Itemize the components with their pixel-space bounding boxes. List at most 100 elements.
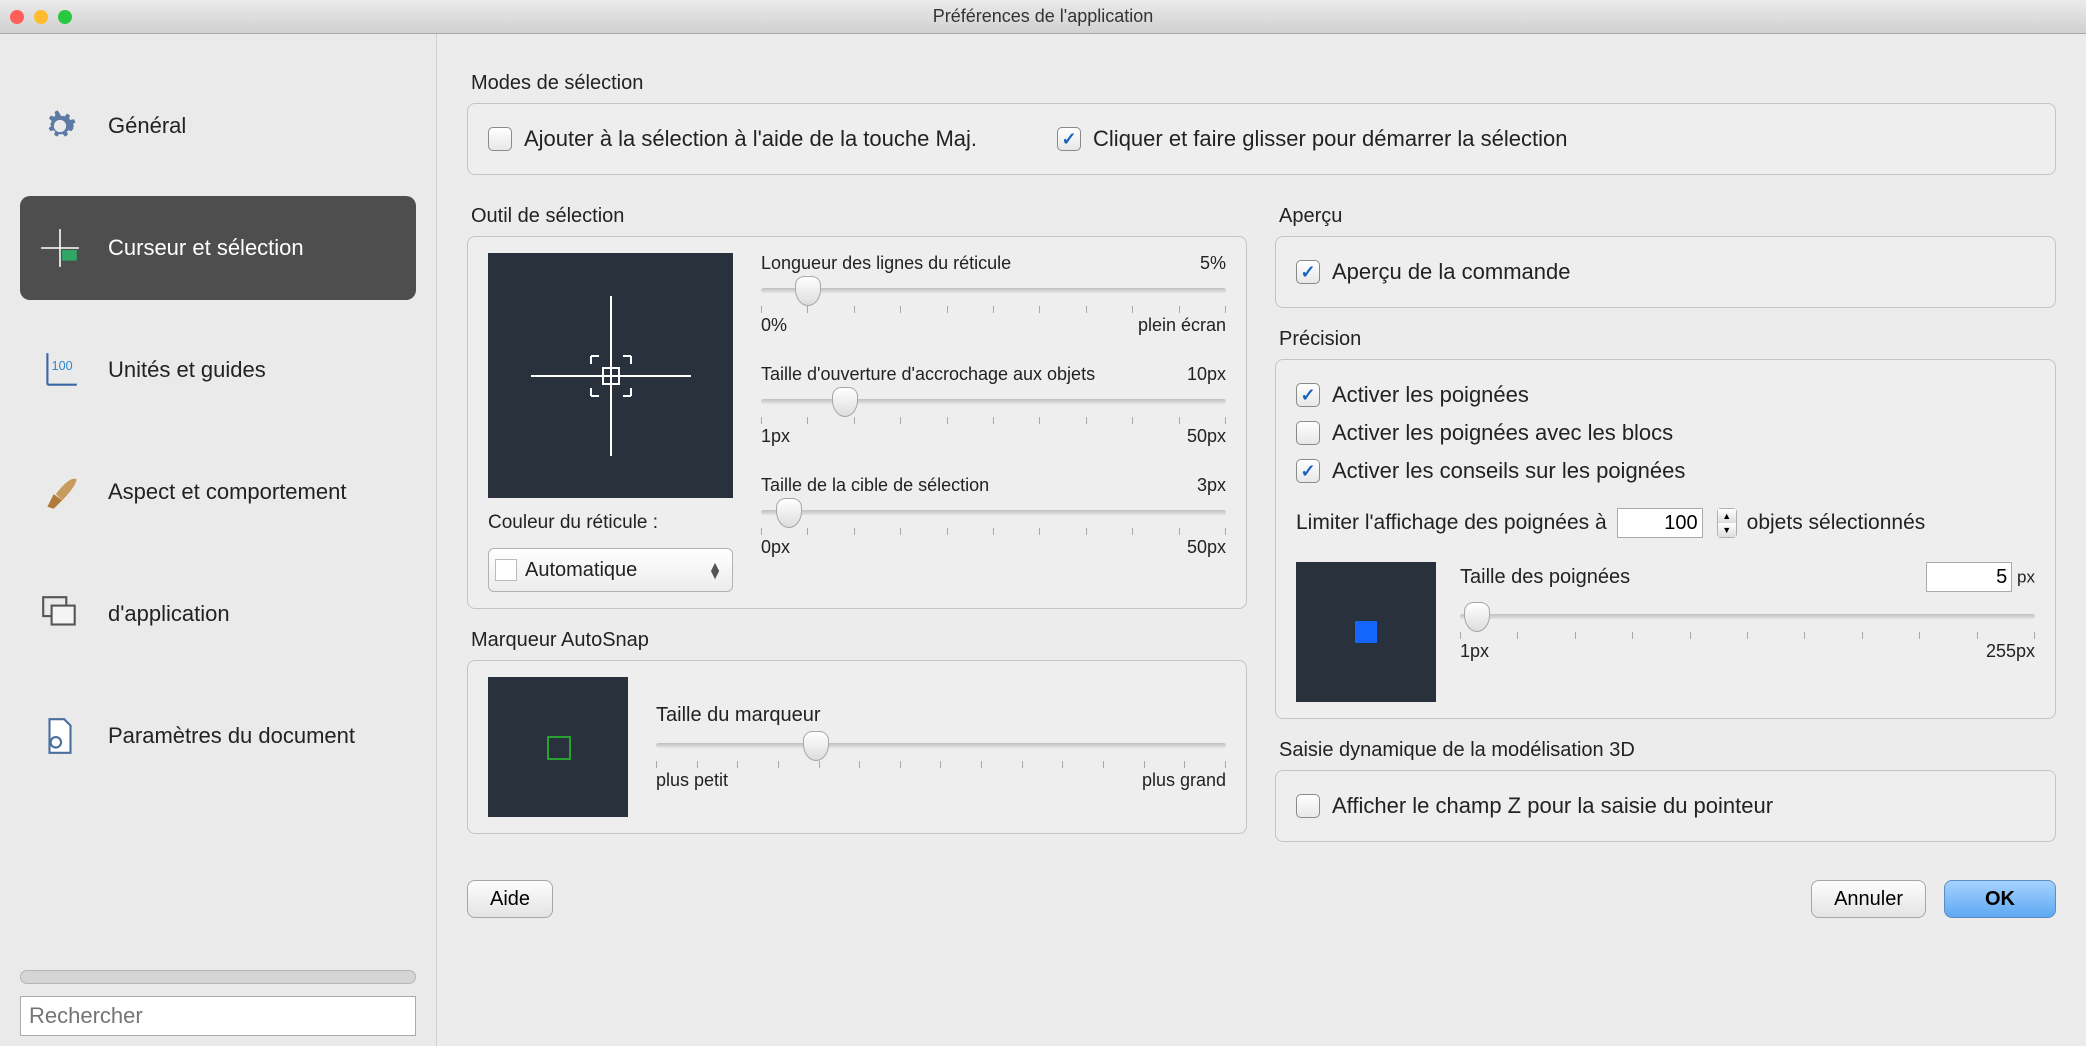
select-value: Automatique (525, 559, 708, 582)
checkbox-icon (488, 127, 512, 151)
search-input[interactable] (20, 996, 416, 1036)
slider-reticle-length[interactable]: Longueur des lignes du réticule 5% 0% pl… (761, 253, 1226, 336)
slider-min: 1px (1460, 641, 1489, 662)
sidebar-item-general[interactable]: Général (20, 74, 416, 178)
axes-icon: 100 (36, 346, 84, 394)
checkbox-enable-grips[interactable]: Activer les poignées (1296, 376, 2035, 414)
checkbox-add-shift[interactable]: Ajouter à la sélection à l'aide de la to… (488, 120, 977, 158)
section-title-precision: Précision (1279, 328, 2056, 351)
zoom-window-button[interactable] (58, 10, 72, 24)
slider-target-size[interactable]: Taille de la cible de sélection 3px 0px … (761, 475, 1226, 558)
slider-max: 50px (1187, 537, 1226, 558)
windows-icon (36, 590, 84, 638)
panel-autosnap: Taille du marqueur plus petit plus grand (467, 660, 1247, 834)
slider-label: Longueur des lignes du réticule (761, 253, 1011, 274)
slider-max: plein écran (1138, 315, 1226, 336)
window-title: Préférences de l'application (933, 6, 1154, 27)
checkbox-label: Aperçu de la commande (1332, 259, 1570, 285)
limit-label-post: objets sélectionnés (1747, 511, 1926, 535)
checkbox-icon (1296, 383, 1320, 407)
slider-value: 3px (1197, 475, 1226, 496)
checkbox-click-drag[interactable]: Cliquer et faire glisser pour démarrer l… (1057, 120, 1567, 158)
section-title-selection-tool: Outil de sélection (471, 205, 1247, 228)
slider-label: Taille du marqueur (656, 704, 1226, 727)
crosshair-color-select[interactable]: Automatique ▲▼ (488, 548, 733, 592)
slider-label: Taille de la cible de sélection (761, 475, 989, 496)
paintbrush-icon (36, 468, 84, 516)
section-title-autosnap: Marqueur AutoSnap (471, 629, 1247, 652)
dialog-footer: Aide Annuler OK (467, 866, 2056, 932)
slider-min: 0% (761, 315, 787, 336)
checkbox-label: Activer les poignées (1332, 382, 1529, 408)
minimize-window-button[interactable] (34, 10, 48, 24)
grip-size-unit: px (2017, 568, 2035, 587)
checkbox-icon (1057, 127, 1081, 151)
checkbox-label: Afficher le champ Z pour la saisie du po… (1332, 793, 1773, 819)
slider-label: Taille d'ouverture d'accrochage aux obje… (761, 364, 1095, 385)
slider-max: 50px (1187, 426, 1226, 447)
slider-marker-size[interactable] (656, 733, 1226, 759)
cancel-button[interactable]: Annuler (1811, 880, 1926, 918)
checkbox-icon (1296, 794, 1320, 818)
traffic-lights (10, 10, 72, 24)
cursor-selection-icon (36, 224, 84, 272)
sidebar-item-application[interactable]: d'application (20, 562, 416, 666)
titlebar: Préférences de l'application (0, 0, 2086, 34)
slider-value: 5% (1200, 253, 1226, 274)
slider-min: 0px (761, 537, 790, 558)
checkbox-show-z[interactable]: Afficher le champ Z pour la saisie du po… (1296, 787, 2035, 825)
grip-size-input[interactable] (1926, 562, 2012, 592)
ok-button[interactable]: OK (1944, 880, 2056, 918)
sidebar-horizontal-scrollbar[interactable] (20, 970, 416, 984)
grip-limit-input[interactable] (1617, 508, 1703, 538)
checkbox-icon (1296, 260, 1320, 284)
grip-preview (1296, 562, 1436, 702)
sidebar-item-label: Aspect et comportement (108, 479, 346, 505)
sidebar-item-label: Général (108, 113, 186, 139)
close-window-button[interactable] (10, 10, 24, 24)
checkbox-command-preview[interactable]: Aperçu de la commande (1296, 253, 2035, 291)
sidebar-item-units-guides[interactable]: 100 Unités et guides (20, 318, 416, 422)
sidebar-item-label: Unités et guides (108, 357, 266, 383)
section-title-dyn3d: Saisie dynamique de la modélisation 3D (1279, 739, 2056, 762)
crosshair-preview (488, 253, 733, 498)
help-button[interactable]: Aide (467, 880, 553, 918)
slider-snap-aperture[interactable]: Taille d'ouverture d'accrochage aux obje… (761, 364, 1226, 447)
sidebar-item-document-settings[interactable]: Paramètres du document (20, 684, 416, 788)
sidebar: Général Curseur et sélection (0, 34, 437, 1046)
slider-max: 255px (1986, 641, 2035, 662)
checkbox-label: Activer les poignées avec les blocs (1332, 420, 1673, 446)
spinner-up-button[interactable]: ▲ (1718, 509, 1736, 523)
sidebar-item-label: Curseur et sélection (108, 235, 304, 261)
checkbox-label: Ajouter à la sélection à l'aide de la to… (524, 126, 977, 152)
panel-selection-modes: Ajouter à la sélection à l'aide de la to… (467, 103, 2056, 175)
panel-selection-tool: Couleur du réticule : Automatique ▲▼ (467, 236, 1247, 609)
checkbox-enable-grip-tips[interactable]: Activer les conseils sur les poignées (1296, 452, 2035, 490)
slider-min: 1px (761, 426, 790, 447)
panel-precision: Activer les poignées Activer les poignée… (1275, 359, 2056, 719)
section-title-selection-modes: Modes de sélection (471, 72, 2056, 95)
select-arrows-icon: ▲▼ (708, 562, 722, 578)
crosshair-color-label: Couleur du réticule : (488, 512, 733, 534)
slider-grip-size[interactable] (1460, 604, 2035, 630)
document-icon (36, 712, 84, 760)
panel-preview: Aperçu de la commande (1275, 236, 2056, 308)
autosnap-preview (488, 677, 628, 817)
checkbox-label: Activer les conseils sur les poignées (1332, 458, 1685, 484)
grip-size-label: Taille des poignées (1460, 566, 1630, 589)
sidebar-item-label: d'application (108, 601, 230, 627)
checkbox-enable-grips-blocks[interactable]: Activer les poignées avec les blocs (1296, 414, 2035, 452)
sidebar-item-label: Paramètres du document (108, 723, 355, 749)
checkbox-label: Cliquer et faire glisser pour démarrer l… (1093, 126, 1567, 152)
slider-value: 10px (1187, 364, 1226, 385)
panel-dyn3d: Afficher le champ Z pour la saisie du po… (1275, 770, 2056, 842)
checkbox-icon (1296, 421, 1320, 445)
main-pane: Modes de sélection Ajouter à la sélectio… (437, 34, 2086, 1046)
grip-limit-spinner[interactable]: ▲ ▼ (1717, 508, 1737, 538)
sidebar-item-cursor-selection[interactable]: Curseur et sélection (20, 196, 416, 300)
spinner-down-button[interactable]: ▼ (1718, 523, 1736, 537)
gear-icon (36, 102, 84, 150)
preferences-window: Préférences de l'application Général (0, 0, 2086, 1046)
limit-label-pre: Limiter l'affichage des poignées à (1296, 511, 1607, 535)
sidebar-item-appearance[interactable]: Aspect et comportement (20, 440, 416, 544)
